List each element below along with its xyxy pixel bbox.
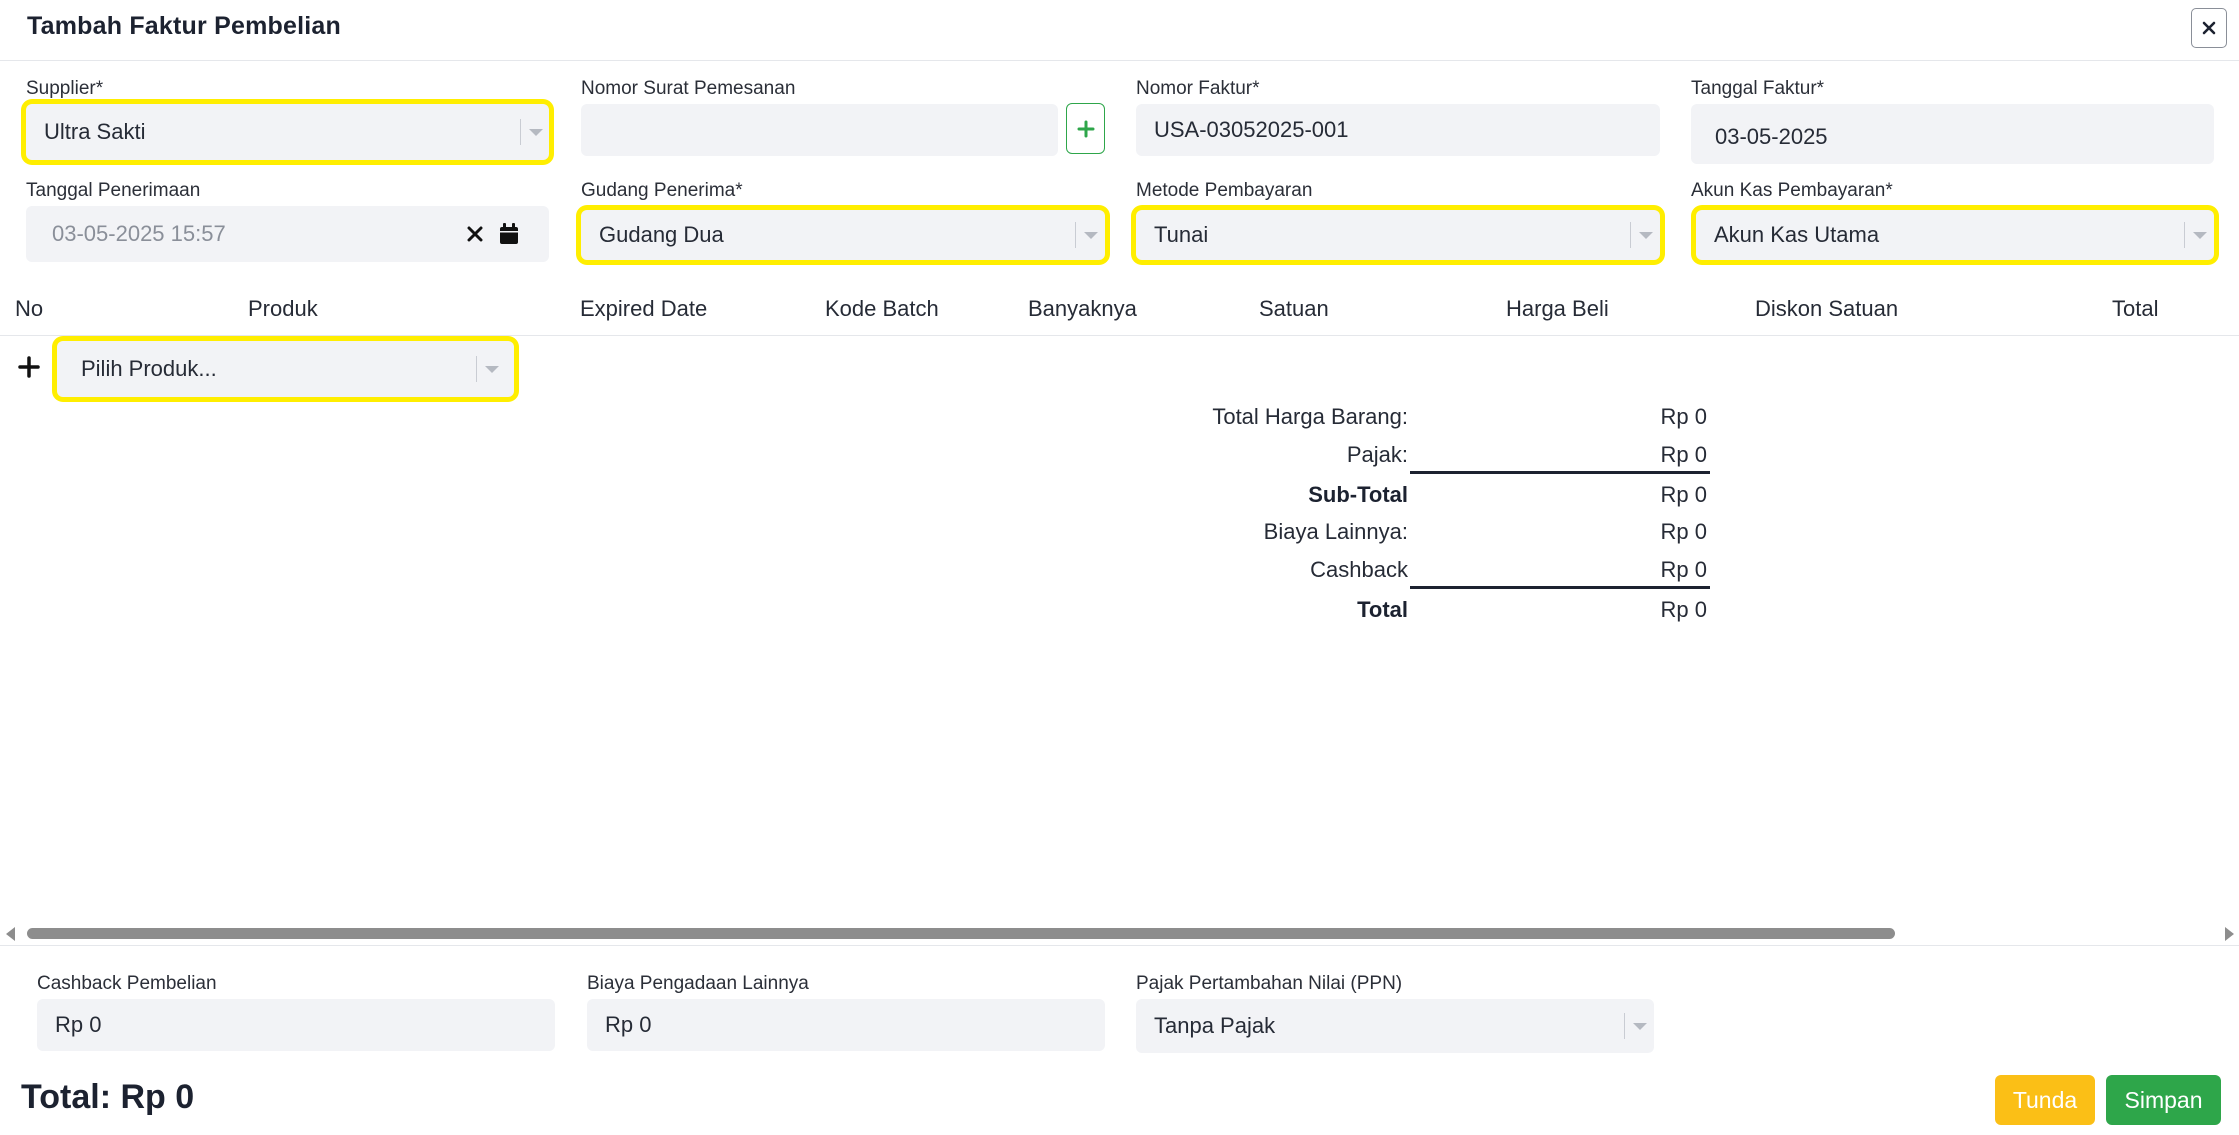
horizontal-scrollbar-thumb[interactable]	[27, 928, 1895, 939]
tanggal-faktur-input[interactable]: 03-05-2025	[1691, 104, 2214, 164]
column-header-produk: Produk	[248, 296, 318, 321]
supplier-select[interactable]: Ultra Sakti	[26, 104, 549, 160]
product-select[interactable]: Pilih Produk...	[57, 341, 514, 397]
summary-sub-total-label: Sub-Total	[1308, 482, 1408, 507]
chevron-down-icon[interactable]	[1084, 232, 1098, 239]
chevron-down-icon[interactable]	[1639, 232, 1653, 239]
column-header-harga-beli: Harga Beli	[1506, 296, 1609, 321]
akun-kas-pembayaran-value: Akun Kas Utama	[1714, 222, 1880, 247]
nomor-faktur-label: Nomor Faktur*	[1136, 78, 1260, 99]
select-separator	[1075, 222, 1076, 248]
select-separator	[476, 356, 477, 382]
cashback-pembelian-value: Rp 0	[55, 1012, 102, 1037]
nomor-surat-pemesanan-input[interactable]	[581, 104, 1058, 156]
tanggal-faktur-value: 03-05-2025	[1715, 124, 1828, 149]
supplier-label: Supplier*	[26, 78, 104, 99]
column-header-diskon-satuan: Diskon Satuan	[1755, 296, 1899, 321]
summary-sub-total-value: Rp 0	[1660, 482, 1707, 507]
plus-icon	[1077, 120, 1094, 137]
summary-pajak-label: Pajak:	[1346, 442, 1408, 467]
nomor-faktur-value: USA-03052025-001	[1154, 117, 1349, 142]
summary-total-harga-barang-value: Rp 0	[1660, 404, 1707, 429]
akun-kas-pembayaran-select[interactable]: Akun Kas Utama	[1696, 210, 2214, 260]
ppn-select[interactable]: Tanpa Pajak	[1136, 999, 1654, 1053]
simpan-button[interactable]: Simpan	[2106, 1075, 2221, 1125]
tanggal-penerimaan-input[interactable]: 03-05-2025 15:57	[26, 206, 549, 262]
cashback-pembelian-label: Cashback Pembelian	[37, 973, 217, 994]
add-surat-pemesanan-button[interactable]	[1066, 103, 1105, 154]
ppn-value: Tanpa Pajak	[1154, 1013, 1276, 1038]
gudang-penerima-value: Gudang Dua	[599, 222, 724, 247]
tanggal-faktur-label: Tanggal Faktur*	[1691, 78, 1825, 99]
summary-pajak-value: Rp 0	[1660, 442, 1707, 467]
cashback-pembelian-input[interactable]: Rp 0	[37, 999, 555, 1051]
summary-cashback-value: Rp 0	[1660, 557, 1707, 582]
tanggal-penerimaan-label: Tanggal Penerimaan	[26, 180, 201, 201]
tanggal-penerimaan-value: 03-05-2025 15:57	[52, 221, 226, 246]
summary-biaya-lainnya-label: Biaya Lainnya:	[1263, 519, 1408, 544]
chevron-down-icon[interactable]	[529, 129, 543, 136]
modal-title: Tambah Faktur Pembelian	[27, 12, 341, 40]
select-separator	[520, 119, 521, 145]
metode-pembayaran-select[interactable]: Tunai	[1136, 210, 1660, 260]
summary-total-value: Rp 0	[1660, 597, 1707, 622]
scroll-left-arrow-icon[interactable]	[6, 927, 15, 941]
tunda-button[interactable]: Tunda	[1995, 1075, 2095, 1125]
summary-total-harga-barang-label: Total Harga Barang:	[1212, 404, 1408, 429]
header-divider	[0, 60, 2239, 61]
column-header-satuan: Satuan	[1259, 296, 1329, 321]
add-row-icon[interactable]	[18, 356, 40, 378]
biaya-pengadaan-lainnya-value: Rp 0	[605, 1012, 652, 1037]
column-header-banyaknya: Banyaknya	[1028, 296, 1137, 321]
scroll-right-arrow-icon[interactable]	[2225, 927, 2234, 941]
summary-total-label: Total	[1357, 597, 1408, 622]
column-header-no: No	[15, 296, 44, 321]
summary-divider	[1410, 471, 1710, 474]
gudang-penerima-label: Gudang Penerima*	[581, 180, 743, 201]
product-select-placeholder: Pilih Produk...	[81, 356, 217, 381]
nomor-surat-pemesanan-label: Nomor Surat Pemesanan	[581, 78, 796, 99]
close-button[interactable]	[2191, 8, 2227, 48]
summary-divider	[1410, 586, 1710, 589]
grand-total: Total: Rp 0	[21, 1078, 195, 1116]
nomor-faktur-input[interactable]: USA-03052025-001	[1136, 104, 1660, 156]
metode-pembayaran-value: Tunai	[1154, 222, 1209, 247]
select-separator	[1630, 222, 1631, 248]
akun-kas-pembayaran-label: Akun Kas Pembayaran*	[1691, 180, 1893, 201]
chevron-down-icon[interactable]	[2193, 232, 2207, 239]
column-header-kode-batch: Kode Batch	[825, 296, 939, 321]
footer-divider	[0, 945, 2239, 946]
select-separator	[2184, 222, 2185, 248]
chevron-down-icon[interactable]	[485, 366, 499, 373]
column-header-total: Total	[2112, 296, 2159, 321]
select-separator	[1624, 1013, 1625, 1039]
close-icon	[2202, 21, 2216, 35]
chevron-down-icon[interactable]	[1633, 1023, 1647, 1030]
summary-cashback-label: Cashback	[1310, 557, 1408, 582]
gudang-penerima-select[interactable]: Gudang Dua	[581, 210, 1105, 260]
metode-pembayaran-label: Metode Pembayaran	[1136, 180, 1313, 201]
clear-icon[interactable]	[467, 226, 483, 242]
ppn-label: Pajak Pertambahan Nilai (PPN)	[1136, 973, 1403, 994]
column-header-expired-date: Expired Date	[580, 296, 708, 321]
biaya-pengadaan-lainnya-input[interactable]: Rp 0	[587, 999, 1105, 1051]
table-header-divider	[0, 335, 2239, 336]
supplier-value: Ultra Sakti	[44, 119, 146, 144]
biaya-pengadaan-lainnya-label: Biaya Pengadaan Lainnya	[587, 973, 809, 994]
calendar-icon[interactable]	[499, 223, 519, 245]
summary-biaya-lainnya-value: Rp 0	[1660, 519, 1707, 544]
